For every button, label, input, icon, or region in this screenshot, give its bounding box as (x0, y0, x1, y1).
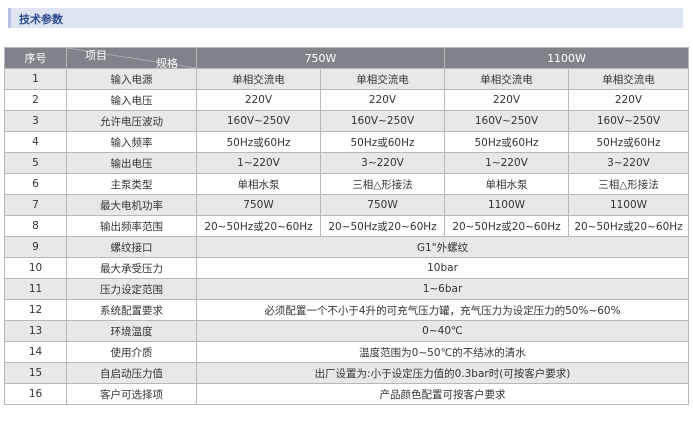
table-row: 12 系统配置要求 必须配置一个不小于4升的可充气压力罐，充气压力为设定压力的50%… (4, 299, 689, 321)
row-item-label: 环境温度 (66, 320, 197, 342)
row-value: 20~50Hz或20~60Hz (444, 215, 569, 237)
table-header-row: 序号 规格 项目 750W 1100W (4, 47, 689, 69)
row-value-merged: 10bar (196, 257, 689, 279)
row-value: 1~220V (444, 152, 569, 174)
row-number: 1 (4, 68, 67, 90)
row-value: 750W (196, 194, 321, 216)
row-item-label: 客户可选择项 (66, 383, 197, 405)
row-value: 160V~250V (444, 110, 569, 132)
row-number: 10 (4, 257, 67, 279)
row-value: 220V (196, 89, 321, 111)
row-value: 1100W (444, 194, 569, 216)
row-value: 3~220V (320, 152, 445, 174)
row-value: 50Hz或60Hz (320, 131, 445, 153)
row-number: 9 (4, 236, 67, 258)
table-row: 6 主泵类型 单相水泵 三相△形接法 单相水泵 三相△形接法 (4, 173, 689, 195)
row-value: 三相△形接法 (568, 173, 689, 195)
row-value: 单相交流电 (568, 68, 689, 90)
header-spec-label: 规格 (156, 57, 178, 69)
row-value: 160V~250V (320, 110, 445, 132)
row-item-label: 螺纹接口 (66, 236, 197, 258)
table-row: 16 客户可选择项 产品颜色配置可按客户要求 (4, 383, 689, 405)
table-row: 8 输出频率范围 20~50Hz或20~60Hz 20~50Hz或20~60Hz 20~… (4, 215, 689, 237)
header-seq: 序号 (4, 47, 67, 69)
row-value: 单相水泵 (196, 173, 321, 195)
row-item-label: 使用介质 (66, 341, 197, 363)
row-item-label: 输入电压 (66, 89, 197, 111)
row-value: 20~50Hz或20~60Hz (196, 215, 321, 237)
row-item-label: 输出频率范围 (66, 215, 197, 237)
table-row: 13 环境温度 0~40℃ (4, 320, 689, 342)
row-item-label: 主泵类型 (66, 173, 197, 195)
row-value-merged: 出厂设置为:小于设定压力值的0.3bar时(可按客户要求) (196, 362, 689, 384)
row-number: 7 (4, 194, 67, 216)
table-row: 10 最大承受压力 10bar (4, 257, 689, 279)
row-value-merged: 产品颜色配置可按客户要求 (196, 383, 689, 405)
row-number: 6 (4, 173, 67, 195)
row-number: 8 (4, 215, 67, 237)
row-item-label: 输入频率 (66, 131, 197, 153)
table-row: 4 输入频率 50Hz或60Hz 50Hz或60Hz 50Hz或60Hz 50Hz或60H… (4, 131, 689, 153)
row-value: 单相水泵 (444, 173, 569, 195)
row-number: 3 (4, 110, 67, 132)
row-value: 20~50Hz或20~60Hz (320, 215, 445, 237)
row-value: 1~220V (196, 152, 321, 174)
row-number: 11 (4, 278, 67, 300)
row-value-merged: 温度范围为0~50℃的不结冰的清水 (196, 341, 689, 363)
row-number: 5 (4, 152, 67, 174)
row-item-label: 输出电压 (66, 152, 197, 174)
row-item-label: 压力设定范围 (66, 278, 197, 300)
section-title-bar: 技术参数 (8, 8, 683, 28)
row-value: 单相交流电 (320, 68, 445, 90)
table-row: 5 输出电压 1~220V 3~220V 1~220V 3~220V (4, 152, 689, 174)
table-body: 1 输入电源 单相交流电 单相交流电 单相交流电 单相交流电 2 输入电压 220V 220V 22… (4, 68, 689, 405)
row-value-merged: 必须配置一个不小于4升的可充气压力罐，充气压力为设定压力的50%~60% (196, 299, 689, 321)
row-number: 13 (4, 320, 67, 342)
row-value-merged: G1"外螺纹 (196, 236, 689, 258)
row-item-label: 输入电源 (66, 68, 197, 90)
row-number: 16 (4, 383, 67, 405)
row-value: 160V~250V (568, 110, 689, 132)
row-item-label: 允许电压波动 (66, 110, 197, 132)
spec-table: 序号 规格 项目 750W 1100W 1 输入电源 单相交流电 单相交流电 单相交流电… (4, 47, 689, 405)
row-value: 20~50Hz或20~60Hz (568, 215, 689, 237)
table-row: 14 使用介质 温度范围为0~50℃的不结冰的清水 (4, 341, 689, 363)
row-item-label: 最大电机功率 (66, 194, 197, 216)
section-title: 技术参数 (19, 13, 63, 26)
row-number: 2 (4, 89, 67, 111)
row-number: 14 (4, 341, 67, 363)
table-row: 11 压力设定范围 1~6bar (4, 278, 689, 300)
row-value-merged: 0~40℃ (196, 320, 689, 342)
table-row: 15 自启动压力值 出厂设置为:小于设定压力值的0.3bar时(可按客户要求) (4, 362, 689, 384)
table-row: 7 最大电机功率 750W 750W 1100W 1100W (4, 194, 689, 216)
row-item-label: 自启动压力值 (66, 362, 197, 384)
row-value: 3~220V (568, 152, 689, 174)
row-number: 4 (4, 131, 67, 153)
row-item-label: 系统配置要求 (66, 299, 197, 321)
row-value: 50Hz或60Hz (444, 131, 569, 153)
row-item-label: 最大承受压力 (66, 257, 197, 279)
table-row: 9 螺纹接口 G1"外螺纹 (4, 236, 689, 258)
row-value: 1100W (568, 194, 689, 216)
row-value: 220V (320, 89, 445, 111)
header-diagonal-cell: 规格 项目 (66, 47, 197, 69)
header-item-label: 项目 (85, 49, 107, 62)
row-value: 160V~250V (196, 110, 321, 132)
table-row: 3 允许电压波动 160V~250V 160V~250V 160V~250V 160V~2… (4, 110, 689, 132)
table-row: 2 输入电压 220V 220V 220V 220V (4, 89, 689, 111)
row-value: 220V (444, 89, 569, 111)
row-value: 单相交流电 (444, 68, 569, 90)
header-model-750w: 750W (196, 47, 445, 69)
row-value: 三相△形接法 (320, 173, 445, 195)
row-number: 12 (4, 299, 67, 321)
header-model-1100w: 1100W (444, 47, 689, 69)
row-value: 50Hz或60Hz (568, 131, 689, 153)
row-value: 50Hz或60Hz (196, 131, 321, 153)
row-value: 750W (320, 194, 445, 216)
row-value-merged: 1~6bar (196, 278, 689, 300)
row-number: 15 (4, 362, 67, 384)
row-value: 220V (568, 89, 689, 111)
table-row: 1 输入电源 单相交流电 单相交流电 单相交流电 单相交流电 (4, 68, 689, 90)
row-value: 单相交流电 (196, 68, 321, 90)
